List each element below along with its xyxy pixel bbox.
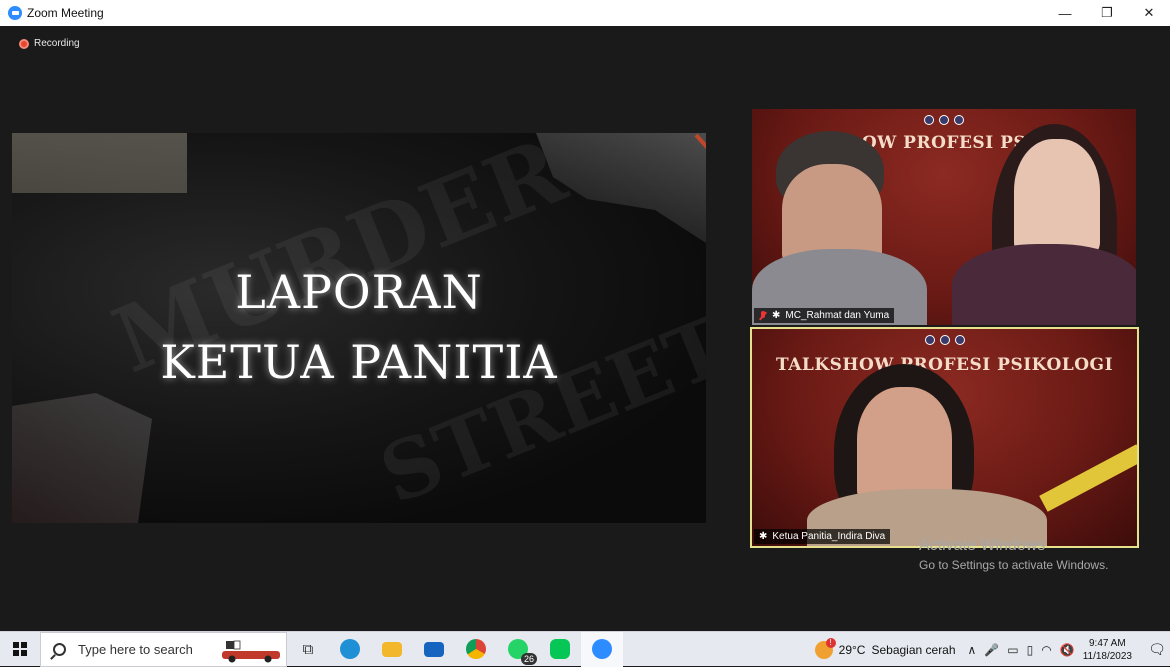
participant-name-tag: ✱ MC_Rahmat dan Yuma [754,308,895,323]
wifi-icon[interactable]: ◠ [1041,643,1051,657]
slide-title-line1: LAPORAN [235,265,483,319]
zoom-app-icon [8,6,22,20]
banner-logos [924,115,964,125]
watermark-subtitle: Go to Settings to activate Windows. [919,558,1109,572]
newspaper-clipping [12,133,187,193]
clock[interactable]: 9:47 AM 11/18/2023 [1083,637,1132,663]
whatsapp-button[interactable]: 26 [497,632,539,667]
taskbar-search[interactable]: Type here to search [40,631,287,667]
close-button[interactable]: ✕ [1128,0,1170,26]
activate-windows-watermark: Activate Windows Go to Settings to activ… [919,537,1108,572]
battery-icon[interactable]: ▭ [1007,643,1018,657]
participant-face [857,387,952,502]
participant-video-tile[interactable]: OW PROFESI PS ✱ MC_Rahmat dan Yuma [752,109,1136,325]
task-view-button[interactable]: ⧉ [287,632,329,667]
notification-icon: 🗨 [1148,641,1166,657]
search-placeholder: Type here to search [78,641,193,657]
clock-date: 11/18/2023 [1082,650,1132,662]
edge-button[interactable] [329,632,371,667]
mail-icon [424,641,444,657]
weather-temp: 29°C [838,642,866,657]
system-tray: 29°C Sebagian cerah ∧ 🎤 ▭ ▯ ◠ 🔇 9:47 AM … [814,632,1170,667]
task-view-icon: ⧉ [302,640,314,658]
banner-logos [924,335,965,345]
mic-muted-icon [759,310,767,321]
participant-body [952,244,1136,325]
banner-text: TALKSHOW PROFESI PSIKOLOGI [775,355,1114,375]
chrome-button[interactable] [455,632,497,667]
recording-label: Recording [34,38,80,49]
device-icon[interactable]: ▯ [1027,643,1034,657]
pin-icon: ✱ [759,531,768,542]
recording-icon [19,38,29,49]
weather-widget[interactable]: 29°C Sebagian cerah [814,637,956,659]
slide-title-line2: KETUA PANITIA [160,335,558,389]
mail-button[interactable] [413,632,455,667]
participant-face [1014,139,1100,254]
weather-desc: Sebagian cerah [871,642,956,657]
participant-name: Ketua Panitia_Indira Diva [772,531,886,542]
recording-indicator[interactable]: Recording [19,38,80,49]
start-button[interactable] [0,632,40,667]
whatsapp-badge: 26 [520,652,537,665]
windows-logo-icon [13,642,27,656]
pin-icon: ✱ [772,310,781,321]
search-highlight-icon [222,640,280,662]
windows-taskbar: Type here to search ⧉ 26 29°C Sebagian c… [0,631,1170,667]
edge-icon [340,639,360,659]
chevron-up-icon[interactable]: ∧ [968,643,977,657]
volume-muted-icon[interactable]: 🔇 [1060,643,1075,657]
watermark-title: Activate Windows [919,537,1046,554]
weather-icon [814,637,836,659]
line-button[interactable] [539,632,581,667]
window-titlebar: Zoom Meeting — ❐ ✕ [0,0,1170,26]
notification-center-button[interactable]: 🗨 [1144,632,1170,667]
participant-name: MC_Rahmat dan Yuma [785,310,890,321]
restore-button[interactable]: ❐ [1086,0,1128,26]
minimize-button[interactable]: — [1044,0,1086,26]
clock-time: 9:47 AM [1088,637,1126,649]
line-icon [550,639,570,659]
zoom-button[interactable] [581,631,623,667]
chrome-icon [466,639,486,659]
search-icon [53,642,66,656]
shared-screen: MURDER STREET LAPORAN KETUA PANITIA [12,133,706,523]
newspaper-clipping [12,393,152,523]
active-speaker-video-tile[interactable]: TALKSHOW PROFESI PSIKOLOGI ✱ Ketua Panit… [750,327,1139,548]
participant-name-tag: ✱ Ketua Panitia_Indira Diva [754,529,891,544]
window-title: Zoom Meeting [27,6,104,20]
zoom-icon [592,639,612,659]
file-explorer-button[interactable] [371,632,413,667]
file-explorer-icon [382,641,402,657]
microphone-icon[interactable]: 🎤 [984,643,999,657]
